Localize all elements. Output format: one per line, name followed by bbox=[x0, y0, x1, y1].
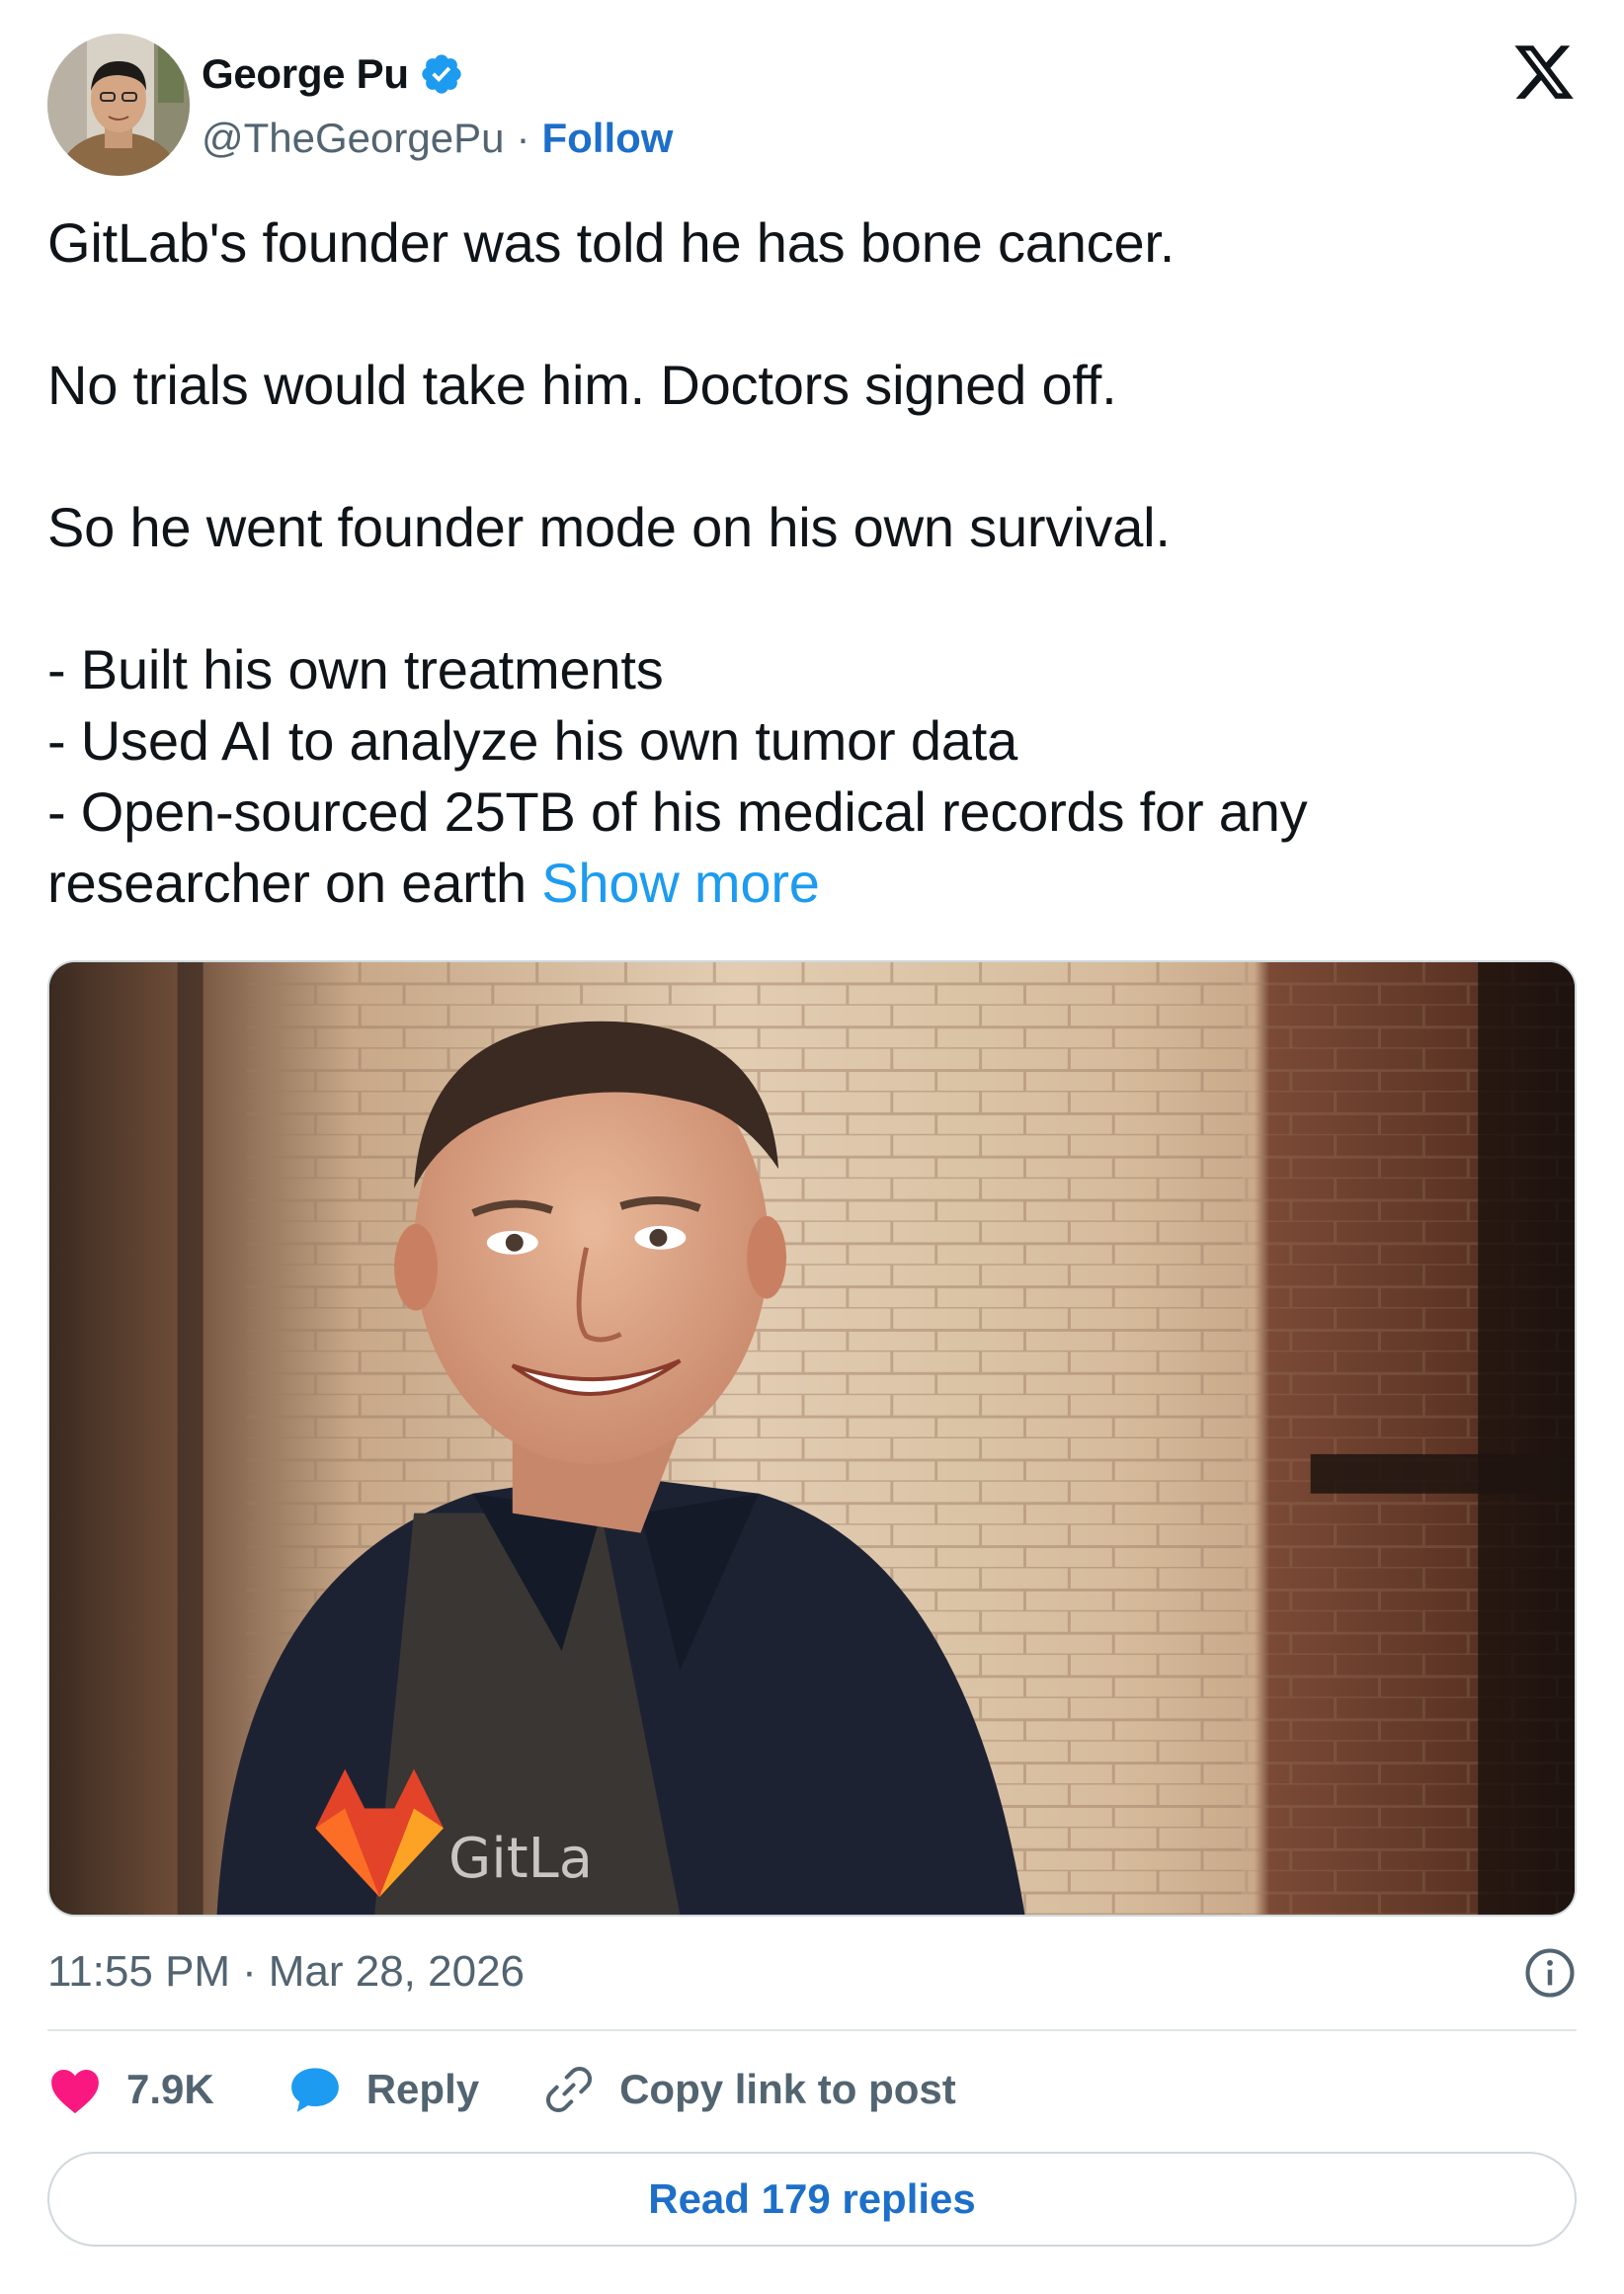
tweet-text: GitLab's founder was told he has bone ca… bbox=[47, 207, 1577, 919]
info-icon[interactable] bbox=[1523, 1946, 1577, 2000]
read-replies-button[interactable]: Read 179 replies bbox=[47, 2152, 1577, 2247]
name-row: George Pu bbox=[202, 47, 464, 101]
tweet-line: GitLab's founder was told he has bone ca… bbox=[47, 211, 1176, 274]
separator: · bbox=[242, 1947, 257, 1996]
action-bar: 7.9K Reply Copy link to post bbox=[47, 2060, 956, 2119]
reply-button[interactable]: Reply bbox=[287, 2065, 479, 2114]
post-date[interactable]: Mar 28, 2026 bbox=[269, 1947, 525, 1997]
reply-bubble-icon bbox=[290, 2068, 339, 2112]
x-logo-icon[interactable] bbox=[1511, 40, 1577, 105]
display-name[interactable]: George Pu bbox=[202, 50, 409, 98]
follow-button[interactable]: Follow bbox=[541, 115, 673, 162]
tweet-header: George Pu @TheGeorgePu · Follow bbox=[47, 34, 1577, 182]
tweet-line: - Open-sourced 25TB of his medical recor… bbox=[47, 780, 1308, 843]
link-icon bbox=[546, 2066, 593, 2113]
handle[interactable]: @TheGeorgePu bbox=[202, 115, 504, 162]
separator: · bbox=[516, 115, 530, 161]
tweet-line-last: researcher on earth Show more bbox=[47, 848, 1577, 919]
tweet-line: - Built his own treatments bbox=[47, 638, 664, 700]
copy-link-button[interactable]: Copy link to post bbox=[542, 2063, 956, 2116]
tweet-line: researcher on earth bbox=[47, 852, 527, 914]
show-more-link[interactable]: Show more bbox=[541, 852, 820, 914]
divider bbox=[47, 2029, 1577, 2031]
tweet-line: No trials would take him. Doctors signed… bbox=[47, 354, 1117, 416]
like-button[interactable]: 7.9K bbox=[47, 2065, 214, 2114]
like-count: 7.9K bbox=[126, 2066, 214, 2112]
tweet-line: So he went founder mode on his own survi… bbox=[47, 496, 1171, 558]
verified-badge-icon bbox=[419, 51, 464, 97]
avatar[interactable] bbox=[47, 34, 190, 176]
handle-row: @TheGeorgePu · Follow bbox=[202, 111, 673, 166]
tweet-line: - Used AI to analyze his own tumor data bbox=[47, 709, 1018, 772]
copy-link-label: Copy link to post bbox=[619, 2066, 956, 2112]
shirt-text: GitLa bbox=[448, 1827, 593, 1891]
tweet-card: George Pu @TheGeorgePu · Follow GitLab's… bbox=[0, 0, 1624, 2294]
post-time[interactable]: 11:55 PM bbox=[47, 1947, 230, 1997]
tweet-photo[interactable]: GitLa bbox=[47, 960, 1577, 1917]
heart-icon bbox=[51, 2070, 99, 2114]
reply-label: Reply bbox=[365, 2066, 480, 2112]
timestamp-row: 11:55 PM · Mar 28, 2026 bbox=[47, 1942, 1577, 2002]
